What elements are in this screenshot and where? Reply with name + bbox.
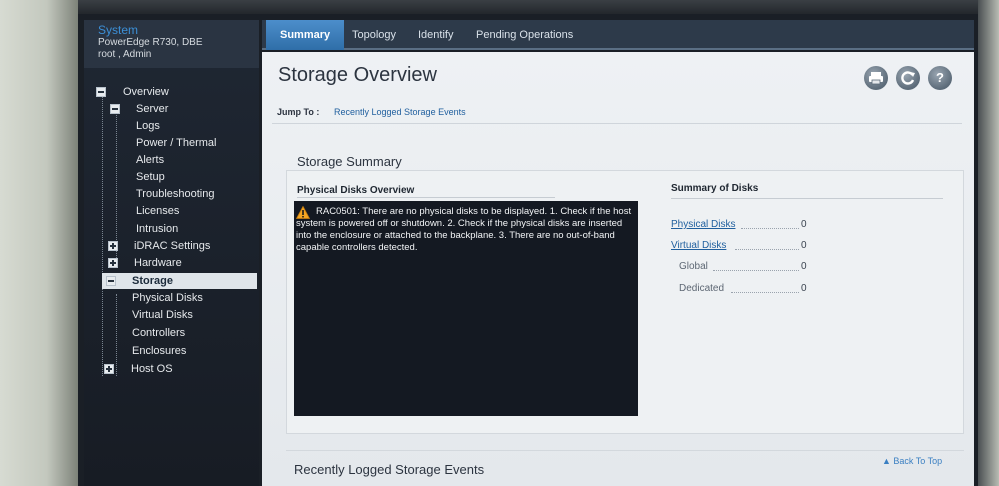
sidebar-item-label: Troubleshooting (136, 188, 215, 200)
virtual-disks-link[interactable]: Virtual Disks (671, 239, 726, 253)
tree-connector (116, 294, 117, 376)
print-icon[interactable] (864, 66, 888, 90)
sidebar-item-physical-disks[interactable]: Physical Disks (132, 290, 203, 306)
summary-row-physical-disks: Physical Disks 0 (671, 218, 831, 232)
refresh-icon-glyph (901, 71, 915, 85)
physical-disks-link[interactable]: Physical Disks (671, 218, 735, 232)
summary-of-disks-title: Summary of Disks (671, 183, 943, 199)
dotted-leader (731, 292, 799, 293)
collapse-icon[interactable] (106, 276, 116, 286)
summary-row-virtual-disks: Virtual Disks 0 (671, 239, 831, 253)
sidebar-item-label: Server (136, 103, 169, 115)
jump-to-bar: Jump To : Recently Logged Storage Events (272, 100, 962, 124)
dotted-leader (735, 249, 799, 250)
dedicated-label: Dedicated (679, 283, 725, 294)
collapse-icon[interactable] (110, 104, 120, 114)
sidebar-item-label: Storage (132, 275, 173, 287)
sidebar-item-troubleshooting[interactable]: Troubleshooting (136, 186, 214, 202)
rac0501-message: RAC0501: There are no physical disks to … (296, 206, 632, 253)
help-icon[interactable]: ? (928, 66, 952, 90)
system-header: System PowerEdge R730, DBE root , Admin (84, 20, 259, 68)
monitor-bezel-left (0, 0, 78, 486)
section-divider (286, 450, 964, 451)
sidebar-item-controllers[interactable]: Controllers (132, 325, 185, 341)
jump-link-recent-events[interactable]: Recently Logged Storage Events (334, 100, 466, 124)
sidebar-item-label: Intrusion (136, 223, 179, 235)
refresh-icon[interactable] (896, 66, 920, 90)
sidebar-item-logs[interactable]: Logs (136, 118, 160, 134)
tree-connector (116, 110, 117, 260)
expand-icon[interactable] (108, 241, 118, 251)
storage-summary-title: Storage Summary (297, 154, 402, 169)
sidebar-item-label: Enclosures (132, 345, 187, 357)
sidebar-item-storage[interactable]: Storage (102, 273, 257, 289)
sidebar-item-label: iDRAC Settings (134, 240, 211, 252)
tab-identify[interactable]: Identify (404, 20, 467, 50)
physical-disks-overview-title: Physical Disks Overview (297, 185, 555, 198)
sidebar-item-virtual-disks[interactable]: Virtual Disks (132, 307, 193, 323)
sidebar-item-enclosures[interactable]: Enclosures (132, 343, 186, 359)
system-title[interactable]: System (98, 24, 245, 37)
back-to-top-link[interactable]: ▲ Back To Top (882, 456, 942, 466)
sidebar-item-label: Host OS (131, 363, 173, 375)
expand-icon[interactable] (104, 364, 114, 374)
sidebar-item-alerts[interactable]: Alerts (136, 152, 164, 168)
physical-disks-count: 0 (801, 219, 807, 230)
sidebar-item-label: Licenses (136, 205, 180, 217)
sidebar-item-label: Controllers (132, 327, 186, 339)
tab-bar: Summary Topology Identify Pending Operat… (262, 20, 974, 50)
dotted-leader (713, 270, 799, 271)
sidebar-item-power-thermal[interactable]: Power / Thermal (136, 135, 217, 151)
sidebar-item-label: Alerts (136, 154, 165, 166)
sidebar-item-label: Virtual Disks (132, 309, 193, 321)
sidebar-item-setup[interactable]: Setup (136, 169, 165, 185)
virtual-disks-count: 0 (801, 240, 807, 251)
expand-icon[interactable] (108, 258, 118, 268)
print-icon-glyph (869, 72, 883, 85)
storage-summary-panel: Physical Disks Overview RAC0501: There a… (286, 170, 964, 434)
global-count: 0 (801, 261, 807, 272)
jump-to-label: Jump To : (277, 107, 320, 117)
global-label: Global (679, 261, 708, 272)
tab-topology[interactable]: Topology (338, 20, 410, 50)
recent-storage-events-title: Recently Logged Storage Events (294, 462, 485, 477)
tree-connector (102, 94, 103, 376)
dotted-leader (741, 228, 799, 229)
monitor-bezel-right (978, 0, 999, 486)
collapse-icon[interactable] (96, 87, 106, 97)
sidebar-item-label: Physical Disks (132, 292, 203, 304)
tab-pending-operations[interactable]: Pending Operations (462, 20, 587, 50)
sidebar-item-label: Hardware (134, 257, 182, 269)
server-model: PowerEdge R730, DBE (98, 37, 203, 48)
dedicated-count: 0 (801, 283, 807, 294)
sidebar: System PowerEdge R730, DBE root , Admin … (84, 20, 259, 486)
sidebar-item-label: Power / Thermal (136, 137, 217, 149)
tab-summary[interactable]: Summary (266, 20, 345, 50)
page-title: Storage Overview (278, 64, 437, 86)
sidebar-item-label: Setup (136, 171, 165, 183)
sidebar-item-label: Logs (136, 120, 160, 132)
sidebar-item-label: Overview (123, 86, 169, 98)
sidebar-item-intrusion[interactable]: Intrusion (136, 221, 178, 237)
logged-in-user: root , Admin (98, 49, 152, 60)
physical-disks-overview-content: RAC0501: There are no physical disks to … (294, 201, 638, 416)
sidebar-item-licenses[interactable]: Licenses (136, 203, 179, 219)
main-content: Storage Overview ? Jump To : Recently Lo… (262, 52, 974, 486)
summary-row-global: Global 0 (679, 260, 831, 274)
summary-row-dedicated: Dedicated 0 (679, 282, 831, 296)
